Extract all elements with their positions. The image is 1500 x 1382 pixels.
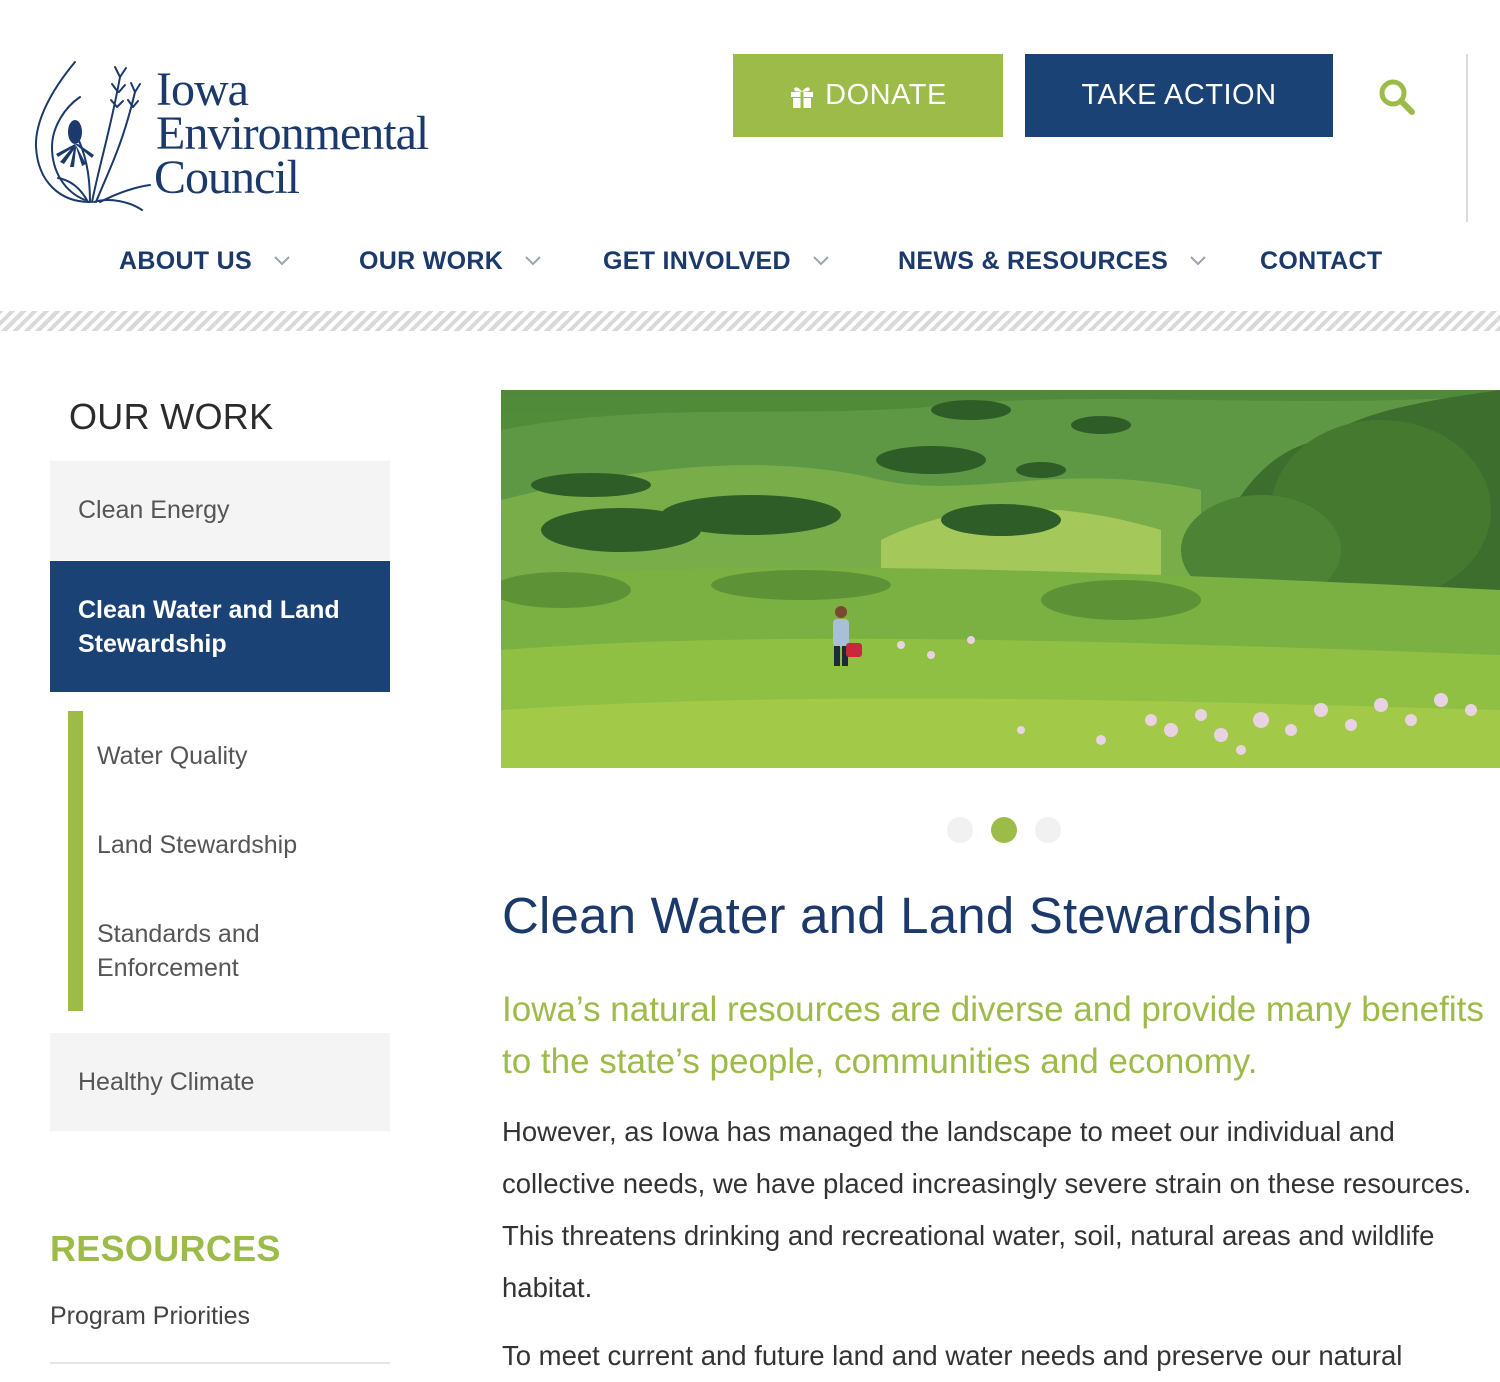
- sidebar-item-label: Healthy Climate: [78, 1067, 255, 1096]
- main-nav: ABOUT US OUR WORK GET INVOLVED NEWS & RE…: [0, 236, 1500, 286]
- chevron-down-icon: [525, 256, 541, 266]
- sidebar-item-healthy-climate[interactable]: Healthy Climate: [50, 1033, 390, 1131]
- submenu-item-water-quality[interactable]: Water Quality: [97, 739, 248, 773]
- body-paragraph-2: To meet current and future land and wate…: [502, 1340, 1403, 1371]
- take-action-button[interactable]: TAKE ACTION: [1025, 54, 1333, 137]
- carousel-dot-2-active[interactable]: [991, 817, 1017, 843]
- body-paragraph-1: However, as Iowa has managed the landsca…: [502, 1116, 1472, 1303]
- carousel-dot-3[interactable]: [1035, 817, 1061, 843]
- logo-text-line3: Council: [154, 151, 300, 204]
- resource-link-program-priorities[interactable]: Program Priorities: [50, 1302, 250, 1331]
- submenu-item-land-stewardship[interactable]: Land Stewardship: [97, 828, 297, 862]
- chevron-down-icon: [1190, 256, 1206, 266]
- coneflower-logo-icon: [34, 61, 151, 211]
- take-action-label: TAKE ACTION: [1081, 79, 1277, 111]
- sidebar-item-clean-energy[interactable]: Clean Energy: [50, 461, 390, 560]
- chevron-down-icon: [274, 256, 290, 266]
- nav-item-about-us[interactable]: ABOUT US: [119, 236, 290, 286]
- resource-divider: [50, 1362, 390, 1364]
- sidebar-item-label: Clean Water and Land Stewardship: [78, 595, 340, 658]
- gift-icon: [789, 83, 815, 109]
- submenu-item-standards-enforcement[interactable]: Standards and Enforcement: [97, 917, 377, 985]
- carousel-dot-1[interactable]: [947, 817, 973, 843]
- nav-item-label: ABOUT US: [119, 246, 252, 275]
- donate-label: DONATE: [825, 79, 947, 111]
- nav-item-label: OUR WORK: [359, 246, 504, 275]
- sidebar-heading: OUR WORK: [69, 396, 274, 437]
- lead-paragraph: Iowa’s natural resources are diverse and…: [502, 990, 1484, 1081]
- nav-item-get-involved[interactable]: GET INVOLVED: [603, 236, 829, 286]
- chevron-down-icon: [813, 256, 829, 266]
- resources-heading: RESOURCES: [50, 1228, 281, 1269]
- nav-item-label: GET INVOLVED: [603, 246, 791, 275]
- nav-item-news-resources[interactable]: NEWS & RESOURCES: [898, 236, 1206, 286]
- header-stripe-divider: [0, 311, 1500, 331]
- nav-item-label: CONTACT: [1260, 246, 1383, 275]
- sidebar-item-clean-water-active[interactable]: Clean Water and Land Stewardship: [50, 561, 390, 692]
- nav-item-label: NEWS & RESOURCES: [898, 246, 1169, 275]
- donate-button[interactable]: DONATE: [733, 54, 1003, 137]
- sidebar-item-label: Clean Energy: [78, 496, 230, 524]
- header-divider: [1466, 54, 1468, 222]
- submenu-accent-bar: [68, 711, 83, 1011]
- page-title: Clean Water and Land Stewardship: [502, 887, 1312, 944]
- search-icon[interactable]: [1376, 76, 1418, 118]
- site-logo[interactable]: Iowa Environmental Council: [30, 52, 470, 212]
- nav-item-contact[interactable]: CONTACT: [1260, 236, 1382, 286]
- hero-image-prairie: [501, 390, 1500, 768]
- nav-item-our-work[interactable]: OUR WORK: [359, 236, 541, 286]
